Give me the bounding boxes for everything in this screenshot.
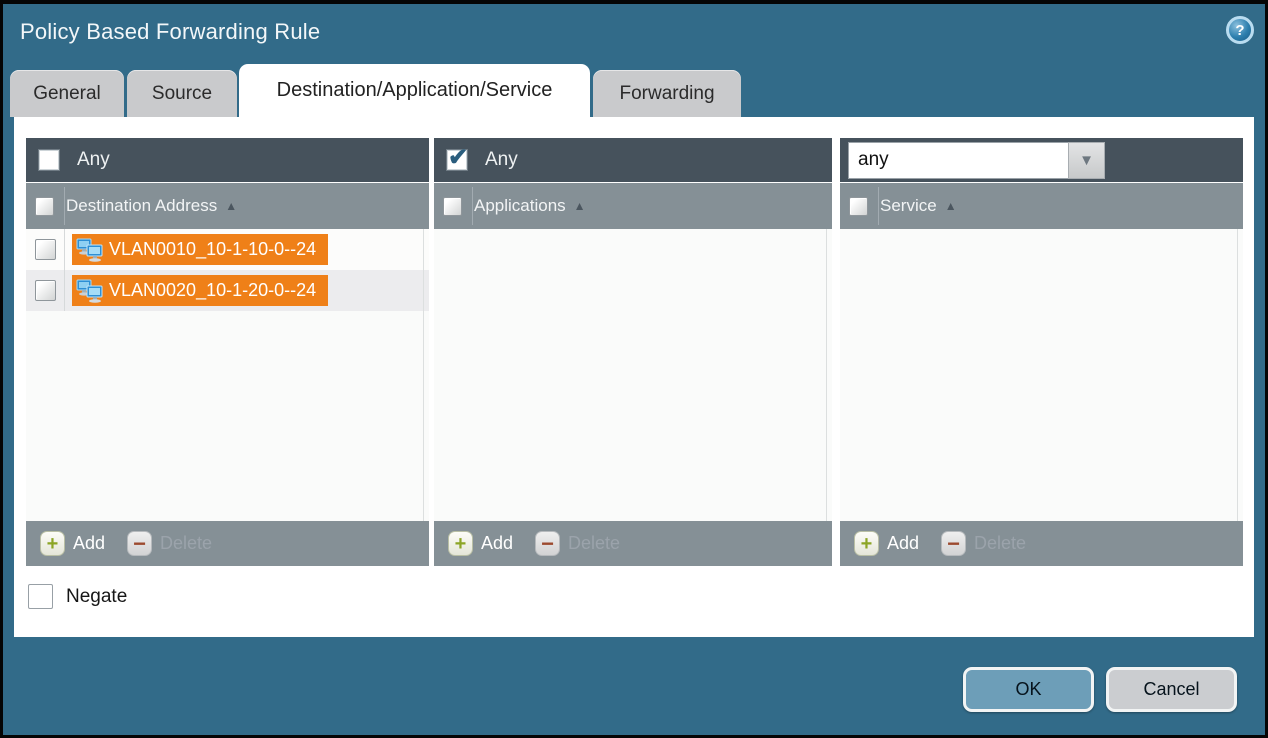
plus-icon: +: [854, 531, 879, 556]
destination-delete-button[interactable]: − Delete: [127, 531, 212, 556]
service-footer-bar: + Add − Delete: [840, 521, 1243, 566]
check-icon: ✔: [448, 143, 468, 172]
destination-selectall-checkbox[interactable]: [35, 197, 54, 216]
add-button-label: Add: [73, 533, 105, 554]
destination-address-column: Any Destination Address ▲: [26, 138, 429, 566]
destination-footer-bar: + Add − Delete: [26, 521, 429, 566]
help-glyph: ?: [1235, 22, 1244, 39]
sort-asc-icon: ▲: [574, 199, 586, 213]
policy-based-forwarding-dialog: Policy Based Forwarding Rule ? General S…: [3, 4, 1265, 735]
table-row[interactable]: VLAN0020_10-1-20-0--24: [26, 270, 429, 311]
applications-selectall-checkbox[interactable]: [443, 197, 462, 216]
applications-add-button[interactable]: + Add: [448, 531, 513, 556]
minus-icon: −: [941, 531, 966, 556]
tab-forwarding[interactable]: Forwarding: [593, 70, 741, 117]
service-list: [840, 229, 1243, 521]
service-column-header[interactable]: Service ▲: [840, 183, 1243, 229]
applications-any-bar: ✔ Any: [434, 138, 832, 182]
sort-asc-icon: ▲: [945, 199, 957, 213]
delete-button-label: Delete: [160, 533, 212, 554]
row-checkbox[interactable]: [35, 280, 56, 301]
network-address-icon: [76, 238, 103, 262]
applications-list: [434, 229, 832, 521]
applications-any-label: Any: [485, 149, 518, 171]
service-selectall-checkbox[interactable]: [849, 197, 868, 216]
tab-source[interactable]: Source: [127, 70, 237, 117]
tab-general[interactable]: General: [10, 70, 124, 117]
service-dropdown-bar: ▼: [840, 138, 1243, 182]
applications-header-label: Applications: [474, 196, 566, 216]
tab-destination-application-service[interactable]: Destination/Application/Service: [239, 64, 590, 117]
plus-icon: +: [40, 531, 65, 556]
service-mode-input[interactable]: [848, 142, 1068, 179]
applications-delete-button[interactable]: − Delete: [535, 531, 620, 556]
service-add-button[interactable]: + Add: [854, 531, 919, 556]
table-row[interactable]: VLAN0010_10-1-10-0--24: [26, 229, 429, 270]
negate-checkbox[interactable]: [28, 584, 53, 609]
add-button-label: Add: [887, 533, 919, 554]
destination-column-header[interactable]: Destination Address ▲: [26, 183, 429, 229]
dropdown-button[interactable]: ▼: [1068, 142, 1105, 179]
destination-any-label: Any: [77, 149, 110, 171]
destination-header-label: Destination Address: [66, 196, 217, 216]
ok-button[interactable]: OK: [963, 667, 1094, 712]
negate-label: Negate: [66, 586, 127, 608]
tab-content-panel: Any Destination Address ▲: [14, 117, 1254, 637]
row-checkbox[interactable]: [35, 239, 56, 260]
delete-button-label: Delete: [974, 533, 1026, 554]
destination-any-bar: Any: [26, 138, 429, 182]
address-object-chip[interactable]: VLAN0020_10-1-20-0--24: [72, 275, 328, 306]
applications-any-checkbox[interactable]: ✔: [446, 149, 468, 171]
cancel-button[interactable]: Cancel: [1106, 667, 1237, 712]
minus-icon: −: [127, 531, 152, 556]
add-button-label: Add: [481, 533, 513, 554]
chevron-down-icon: ▼: [1079, 152, 1094, 169]
destination-add-button[interactable]: + Add: [40, 531, 105, 556]
service-column: ▼ Service ▲ + Add − Delete: [840, 138, 1243, 566]
delete-button-label: Delete: [568, 533, 620, 554]
destination-any-checkbox[interactable]: [38, 149, 60, 171]
service-header-label: Service: [880, 196, 937, 216]
address-object-chip[interactable]: VLAN0010_10-1-10-0--24: [72, 234, 328, 265]
destination-list: VLAN0010_10-1-10-0--24: [26, 229, 429, 521]
sort-asc-icon: ▲: [225, 199, 237, 213]
dialog-title: Policy Based Forwarding Rule: [20, 19, 320, 45]
help-icon[interactable]: ?: [1226, 16, 1254, 44]
plus-icon: +: [448, 531, 473, 556]
minus-icon: −: [535, 531, 560, 556]
address-object-label: VLAN0020_10-1-20-0--24: [109, 280, 316, 301]
applications-column: ✔ Any Applications ▲ + Add − Delete: [434, 138, 832, 566]
service-mode-dropdown[interactable]: ▼: [848, 142, 1105, 179]
service-delete-button[interactable]: − Delete: [941, 531, 1026, 556]
network-address-icon: [76, 279, 103, 303]
address-object-label: VLAN0010_10-1-10-0--24: [109, 239, 316, 260]
applications-footer-bar: + Add − Delete: [434, 521, 832, 566]
applications-column-header[interactable]: Applications ▲: [434, 183, 832, 229]
negate-option: Negate: [28, 584, 127, 609]
